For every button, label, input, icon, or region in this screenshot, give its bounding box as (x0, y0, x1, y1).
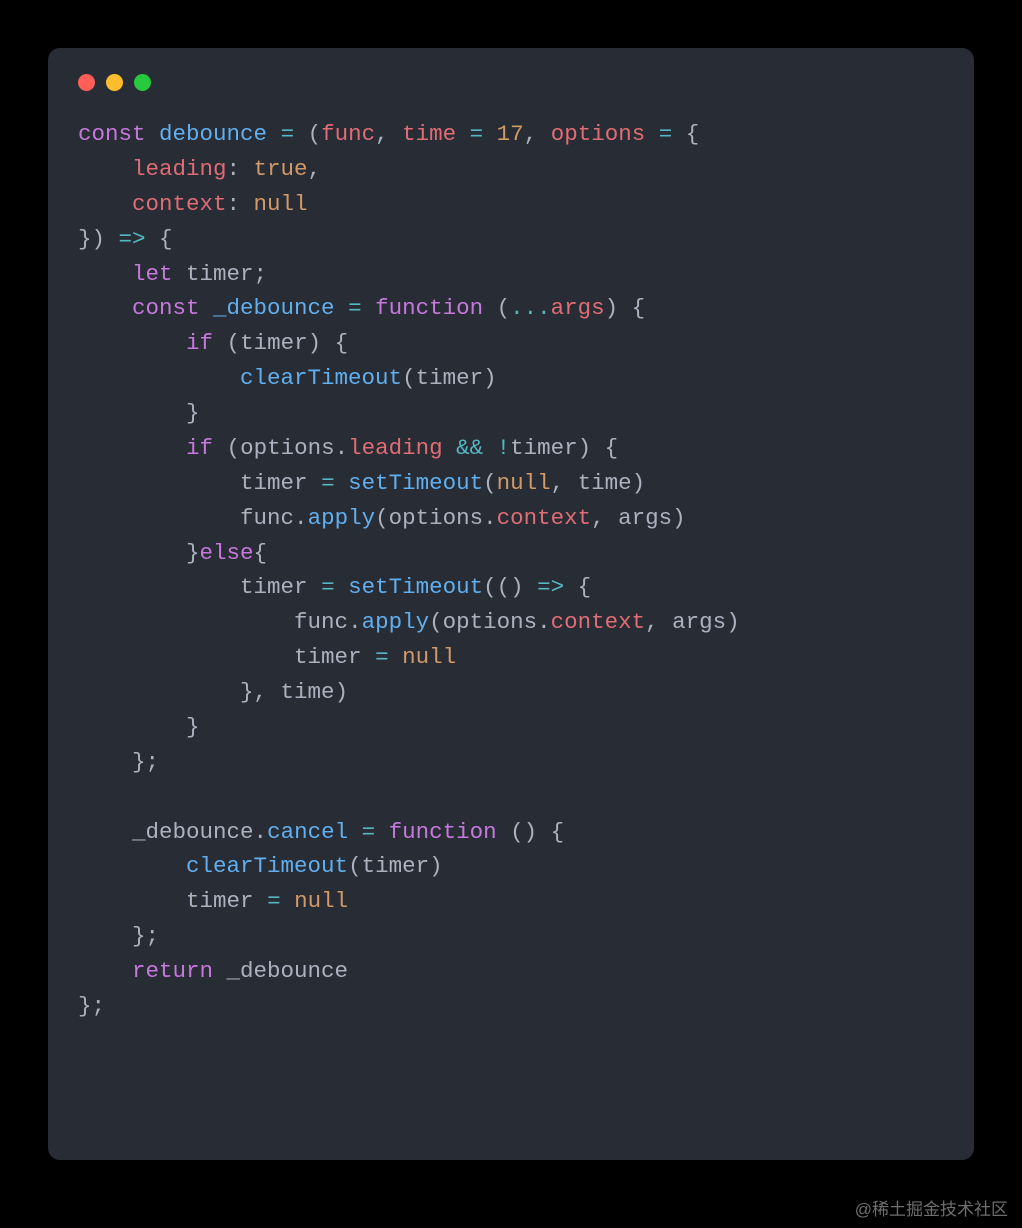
window-traffic-lights (78, 74, 944, 91)
minimize-icon[interactable] (106, 74, 123, 91)
code-window: const debounce = (func, time = 17, optio… (48, 48, 974, 1160)
maximize-icon[interactable] (134, 74, 151, 91)
watermark-label: @稀土掘金技术社区 (855, 1195, 1008, 1220)
code-content: const debounce = (func, time = 17, optio… (78, 117, 944, 1024)
close-icon[interactable] (78, 74, 95, 91)
